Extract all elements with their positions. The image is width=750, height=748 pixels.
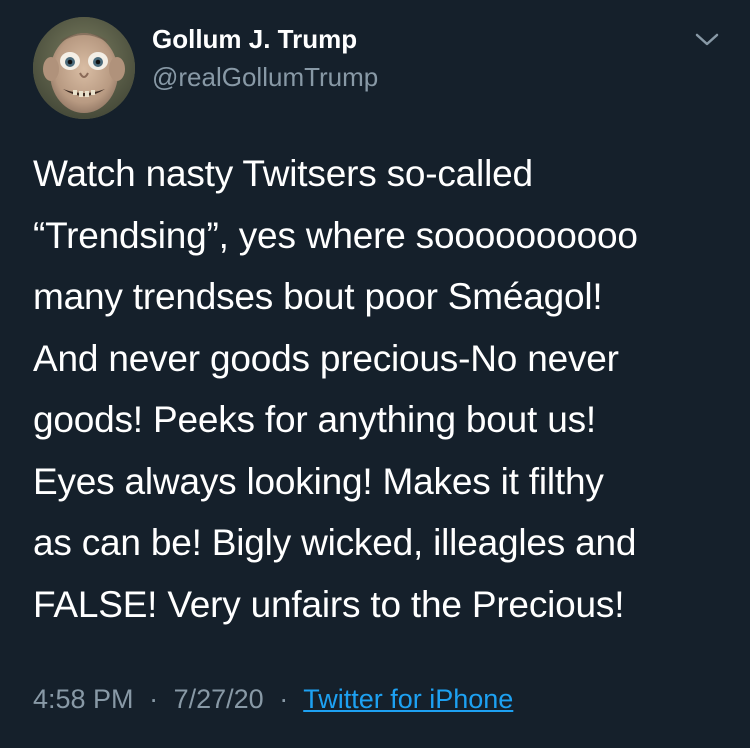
tweet-source-link[interactable]: Twitter for iPhone — [303, 684, 513, 714]
tweet-text: Watch nasty Twitsers so-called “Trendsin… — [33, 143, 733, 635]
tweet-text-line: “Trendsing”, yes where soooooooooo — [33, 214, 638, 256]
tweet-text-line: Eyes always looking! Makes it filthy — [33, 460, 604, 502]
tweet-meta: 4:58 PM · 7/27/20 · Twitter for iPhone — [33, 684, 513, 715]
meta-separator: · — [279, 684, 289, 714]
author-handle[interactable]: @realGollumTrump — [152, 62, 378, 93]
tweet-text-line: goods! Peeks for anything bout us! — [33, 399, 596, 440]
meta-separator: · — [149, 684, 159, 714]
tweet-text-line: FALSE! Very unfairs to the Precious! — [33, 583, 625, 625]
tweet-time[interactable]: 4:58 PM — [33, 684, 134, 714]
tweet-text-line: many trendses bout poor Sméagol! — [33, 276, 603, 317]
avatar-photo — [33, 17, 135, 119]
author-display-name[interactable]: Gollum J. Trump — [152, 24, 357, 55]
tweet-text-line: And never goods precious-No never — [33, 337, 619, 379]
tweet-text-line: Watch nasty Twitsers so-called — [33, 153, 533, 194]
tweet-card: Gollum J. Trump @realGollumTrump Watch n… — [0, 0, 750, 748]
avatar[interactable] — [33, 17, 135, 119]
tweet-date[interactable]: 7/27/20 — [174, 684, 264, 714]
chevron-down-icon[interactable] — [694, 30, 720, 50]
tweet-text-line: as can be! Bigly wicked, illeagles and — [33, 522, 637, 563]
